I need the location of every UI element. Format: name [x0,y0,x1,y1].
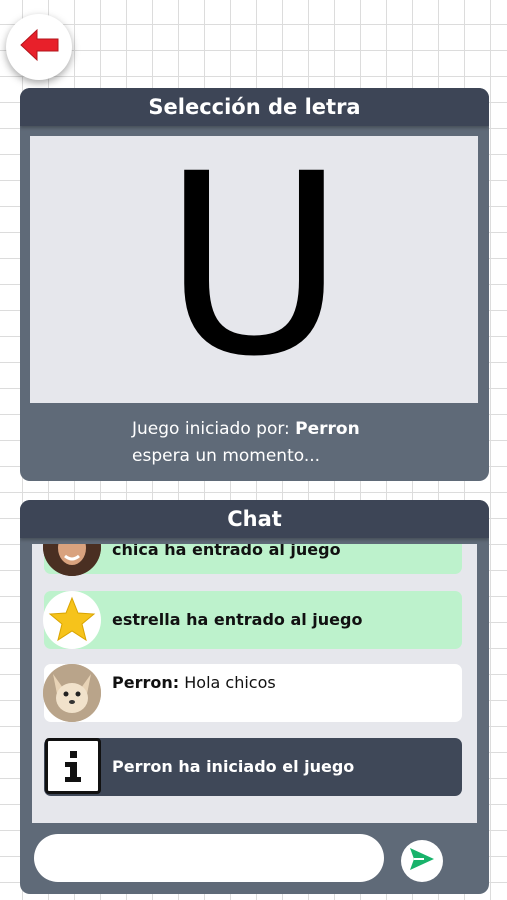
message-text: Perron ha iniciado el juego [112,757,355,776]
game-status: Juego iniciado por: Perron espera un mom… [132,416,360,470]
send-button[interactable] [401,840,443,882]
chat-messages[interactable]: chica ha entrado al juego estrella ha en… [32,544,477,823]
chat-message-user: Perron: Hola chicos [43,664,462,722]
chat-title: Chat [20,500,489,538]
chat-message-join: estrella ha entrado al juego [43,591,462,649]
message-body: Hola chicos [179,673,276,692]
letter-selection-panel: Selección de letra U Juego iniciado por:… [20,88,489,481]
girl-avatar [43,544,101,576]
letter-display: U [30,136,478,403]
wait-text: espera un momento... [132,446,321,466]
chat-message-system: Perron ha iniciado el juego [44,738,462,796]
message-text: estrella ha entrado al juego [112,610,363,629]
message-text: chica ha entrado al juego [112,544,341,559]
dog-avatar [43,664,101,722]
message-user: Perron [112,673,173,692]
started-by-user: Perron [295,419,360,439]
back-button[interactable] [6,14,72,80]
send-icon [408,846,436,876]
chat-input[interactable] [34,834,384,882]
started-by-label: Juego iniciado por: [132,419,296,439]
star-avatar [43,591,101,649]
chat-panel: Chat chica ha entrado al juego estrella … [20,500,489,894]
info-icon [45,738,101,794]
selected-letter: U [162,119,346,411]
message-text: Perron: Hola chicos [112,673,276,692]
chat-message-join: chica ha entrado al juego [43,544,462,576]
back-arrow-icon [17,27,61,67]
